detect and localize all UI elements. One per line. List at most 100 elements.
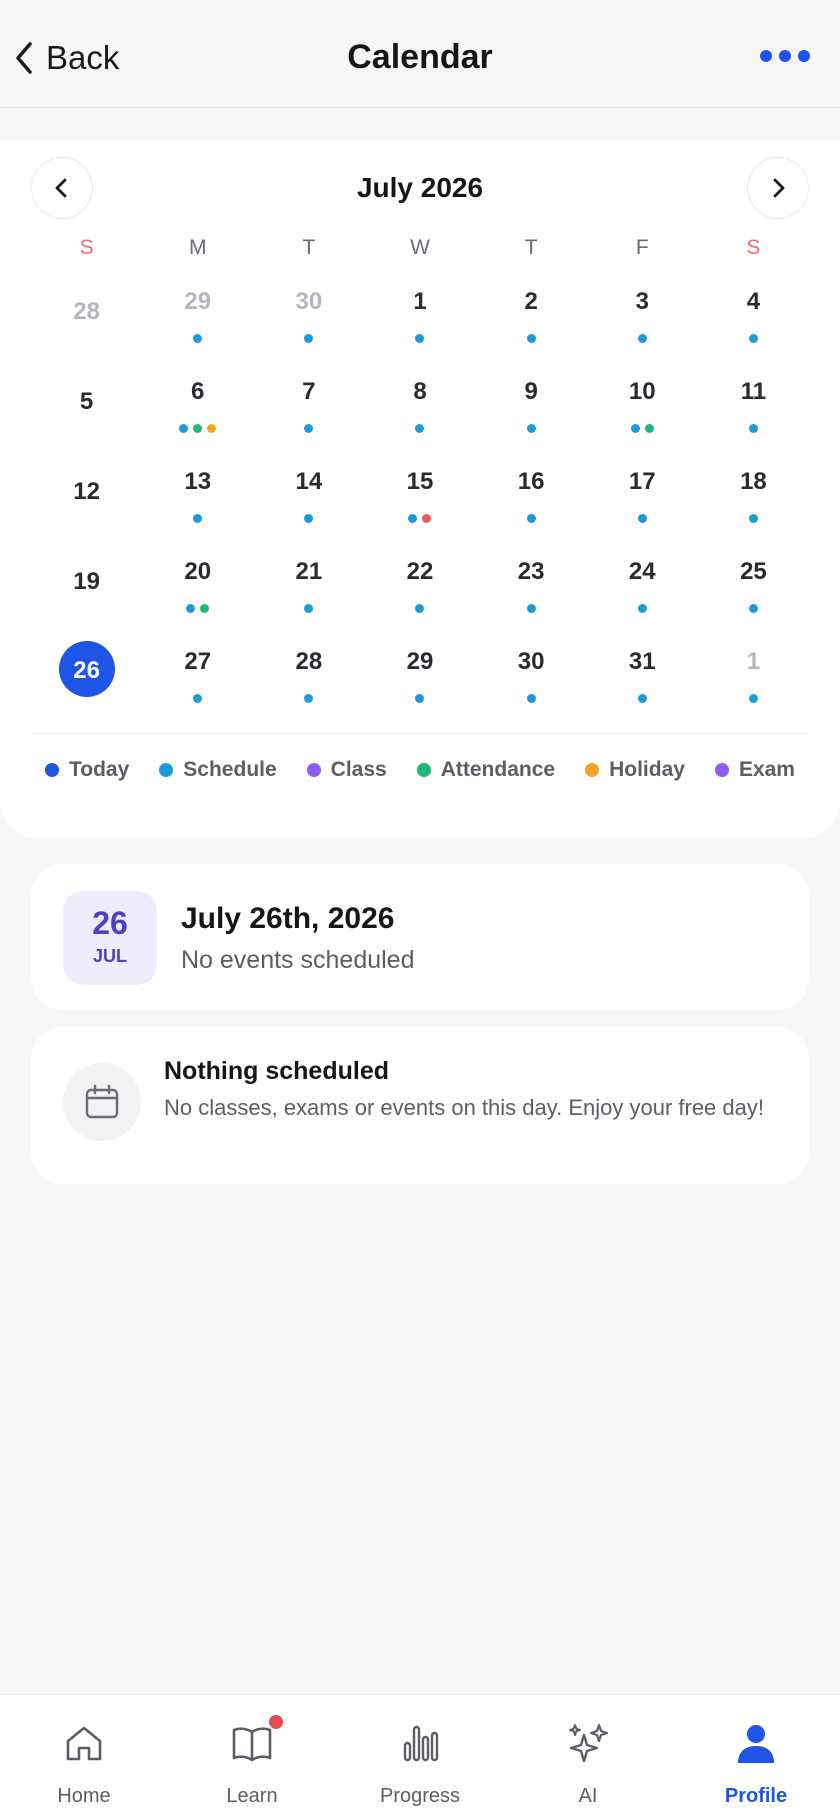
- more-options-icon[interactable]: [760, 50, 810, 62]
- chevron-right-icon: [773, 178, 785, 198]
- tab-home[interactable]: Home: [0, 1695, 168, 1820]
- calendar-day[interactable]: 25: [698, 540, 809, 630]
- event-dots: [698, 334, 809, 343]
- calendar-day[interactable]: 19: [31, 540, 142, 630]
- calendar-day[interactable]: 29: [142, 270, 253, 360]
- legend-label: Attendance: [440, 758, 556, 781]
- event-dot-schedule: [526, 424, 536, 433]
- bar-chart-icon: [403, 1725, 439, 1762]
- day-number: 30: [517, 648, 545, 675]
- tab-label: Progress: [379, 1785, 461, 1807]
- calendar-day[interactable]: 1: [364, 270, 475, 360]
- event-dot-schedule: [748, 424, 758, 433]
- calendar-day[interactable]: 22: [364, 540, 475, 630]
- day-number: 31: [628, 648, 656, 675]
- weekday-label: T: [302, 236, 316, 259]
- calendar-day[interactable]: 29: [364, 630, 475, 720]
- day-number: 26: [73, 657, 100, 684]
- day-number: 29: [184, 288, 212, 315]
- calendar-day[interactable]: 12: [31, 450, 142, 540]
- day-number: 11: [740, 378, 767, 405]
- sparkles-icon: [569, 1723, 609, 1763]
- tab-progress[interactable]: Progress: [336, 1695, 504, 1820]
- calendar-day[interactable]: 30: [253, 270, 364, 360]
- next-month-button[interactable]: [747, 157, 809, 219]
- event-dot-schedule: [748, 604, 758, 613]
- event-dot-attendance: [200, 604, 210, 613]
- event-dots: [364, 604, 475, 613]
- selected-date-subtitle: No events scheduled: [181, 946, 415, 974]
- tab-learn[interactable]: Learn: [168, 1695, 336, 1820]
- event-dots: [476, 694, 587, 703]
- day-number: 29: [406, 648, 434, 675]
- legend-dot: [585, 763, 600, 777]
- calendar-week: 19 20 21 22 23 24 25: [31, 540, 809, 630]
- weekday-label: S: [746, 236, 761, 259]
- tab-profile[interactable]: Profile: [672, 1695, 840, 1820]
- event-dot-schedule: [748, 514, 758, 523]
- calendar-day[interactable]: 20: [142, 540, 253, 630]
- notification-badge: [269, 1715, 283, 1729]
- calendar-day[interactable]: 3: [587, 270, 698, 360]
- day-number: 24: [628, 558, 656, 585]
- calendar-day[interactable]: 1: [698, 630, 809, 720]
- calendar-day[interactable]: 2: [476, 270, 587, 360]
- day-number: 20: [184, 558, 212, 585]
- event-dot-schedule: [193, 334, 203, 343]
- calendar-day[interactable]: 9: [476, 360, 587, 450]
- calendar-day[interactable]: 23: [476, 540, 587, 630]
- calendar-day[interactable]: 4: [698, 270, 809, 360]
- calendar-day[interactable]: 28: [31, 270, 142, 360]
- calendar-day[interactable]: 24: [587, 540, 698, 630]
- calendar-day[interactable]: 31: [587, 630, 698, 720]
- calendar-week: 28 29 30 1 2 3 4: [31, 270, 809, 360]
- weekday-header: S M T W T F S: [31, 236, 809, 260]
- event-dot-schedule: [637, 514, 647, 523]
- calendar-day[interactable]: 7: [253, 360, 364, 450]
- calendar-day[interactable]: 16: [476, 450, 587, 540]
- tab-ai[interactable]: AI: [504, 1695, 672, 1820]
- day-number: 14: [295, 468, 323, 495]
- day-number: 8: [413, 378, 427, 405]
- calendar-day[interactable]: 28: [253, 630, 364, 720]
- calendar-day[interactable]: 5: [31, 360, 142, 450]
- event-dots: [587, 604, 698, 613]
- calendar-day[interactable]: 13: [142, 450, 253, 540]
- calendar-week: 5 6 7 8 9 10 11: [31, 360, 809, 450]
- day-number: 25: [740, 558, 767, 585]
- calendar-day[interactable]: 14: [253, 450, 364, 540]
- event-dot-holiday: [207, 424, 217, 433]
- calendar-day[interactable]: 18: [698, 450, 809, 540]
- tab-label: Learn: [226, 1785, 278, 1807]
- legend-label: Exam: [738, 758, 795, 781]
- day-number: 16: [517, 468, 545, 495]
- event-dots: [698, 694, 809, 703]
- calendar-day[interactable]: 11: [698, 360, 809, 450]
- event-dots: [142, 514, 253, 523]
- event-dot-schedule: [193, 694, 203, 703]
- calendar-day[interactable]: 30: [476, 630, 587, 720]
- event-dots: [253, 334, 364, 343]
- calendar-day[interactable]: 6: [142, 360, 253, 450]
- calendar-day[interactable]: 10: [587, 360, 698, 450]
- calendar-day-today[interactable]: 26: [31, 630, 142, 720]
- calendar-grid: 28 29 30 1 2 3 4 5 6 7 8 9 10 11 12 13 14 15 16 17 18 19 20 21 2…: [31, 270, 809, 720]
- empty-state-title: Nothing scheduled: [164, 1057, 389, 1085]
- calendar-day[interactable]: 17: [587, 450, 698, 540]
- calendar-day[interactable]: 15: [364, 450, 475, 540]
- legend-item-holiday: Holiday: [585, 758, 685, 782]
- event-dot-schedule: [526, 334, 536, 343]
- book-icon: [232, 1727, 272, 1762]
- calendar-day[interactable]: 8: [364, 360, 475, 450]
- badge-month: JUL: [92, 946, 127, 966]
- top-bar: Back Calendar: [0, 0, 840, 108]
- event-dot-schedule: [526, 514, 536, 523]
- calendar-day[interactable]: 27: [142, 630, 253, 720]
- day-number: 30: [295, 288, 323, 315]
- calendar-day[interactable]: 21: [253, 540, 364, 630]
- day-number: 28: [295, 648, 323, 675]
- event-dot-schedule: [304, 514, 314, 523]
- home-icon: [66, 1726, 102, 1761]
- event-dots: [587, 514, 698, 523]
- day-number: 22: [406, 558, 434, 585]
